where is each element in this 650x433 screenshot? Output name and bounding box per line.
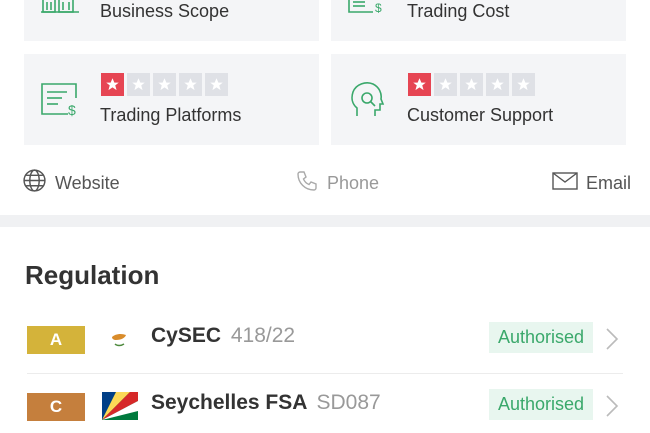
phone-label: Phone xyxy=(327,172,380,193)
card-customer-support[interactable]: Customer Support xyxy=(331,54,626,145)
email-label: Email xyxy=(586,172,632,193)
mail-icon xyxy=(552,171,578,196)
regulator-name-text: Seychelles FSA xyxy=(151,391,307,414)
star-icon xyxy=(434,73,457,96)
star-icon xyxy=(179,73,202,96)
card-trading-cost[interactable]: $ Trading Cost xyxy=(331,0,626,41)
regulator-name: Seychelles FSA SD087 xyxy=(151,391,381,415)
star-icon xyxy=(153,73,176,96)
rating-stars xyxy=(408,73,535,96)
globe-icon xyxy=(22,168,47,198)
price-doc-icon: $ xyxy=(347,0,387,21)
status-badge: Authorised xyxy=(489,322,593,353)
card-trading-platforms[interactable]: $ Trading Platforms xyxy=(24,54,319,145)
chevron-right-icon xyxy=(604,393,620,419)
status-badge: Authorised xyxy=(489,389,593,420)
phone-link[interactable]: Phone xyxy=(295,168,379,198)
phone-icon xyxy=(295,169,319,198)
star-icon xyxy=(460,73,483,96)
price-doc-icon: $ xyxy=(40,82,82,123)
card-business-scope[interactable]: Business Scope xyxy=(24,0,319,41)
card-trading-platforms-label: Trading Platforms xyxy=(100,105,242,125)
section-divider xyxy=(0,215,650,227)
building-icon xyxy=(41,0,81,21)
card-business-scope-label: Business Scope xyxy=(100,1,230,21)
card-trading-cost-label: Trading Cost xyxy=(407,1,510,21)
website-label: Website xyxy=(55,172,120,193)
email-link[interactable]: Email xyxy=(552,168,631,198)
svg-text:$: $ xyxy=(68,102,76,118)
seychelles-flag-icon xyxy=(102,392,138,420)
regulation-title: Regulation xyxy=(25,260,160,290)
row-divider xyxy=(27,373,623,374)
rating-stars xyxy=(101,73,228,96)
star-icon xyxy=(101,73,124,96)
license-number: SD087 xyxy=(316,391,381,414)
svg-text:$: $ xyxy=(375,1,382,15)
chevron-right-icon xyxy=(604,326,620,352)
card-customer-support-label: Customer Support xyxy=(407,105,554,125)
star-icon xyxy=(205,73,228,96)
regulator-name-text: CySEC xyxy=(151,324,222,347)
regulation-row[interactable]: C Seychelles FSA SD087 Authorised xyxy=(0,385,650,433)
website-link[interactable]: Website xyxy=(22,168,120,198)
star-icon xyxy=(486,73,509,96)
star-icon xyxy=(127,73,150,96)
license-number: 418/22 xyxy=(230,324,296,347)
grade-badge: A xyxy=(27,326,85,354)
grade-badge: C xyxy=(27,393,85,421)
regulation-row[interactable]: A CySEC 418/22 Authorised xyxy=(0,318,650,366)
star-icon xyxy=(408,73,431,96)
headset-head-icon xyxy=(349,80,385,125)
regulator-name: CySEC 418/22 xyxy=(151,324,295,348)
star-icon xyxy=(512,73,535,96)
cyprus-flag-icon xyxy=(102,325,138,353)
